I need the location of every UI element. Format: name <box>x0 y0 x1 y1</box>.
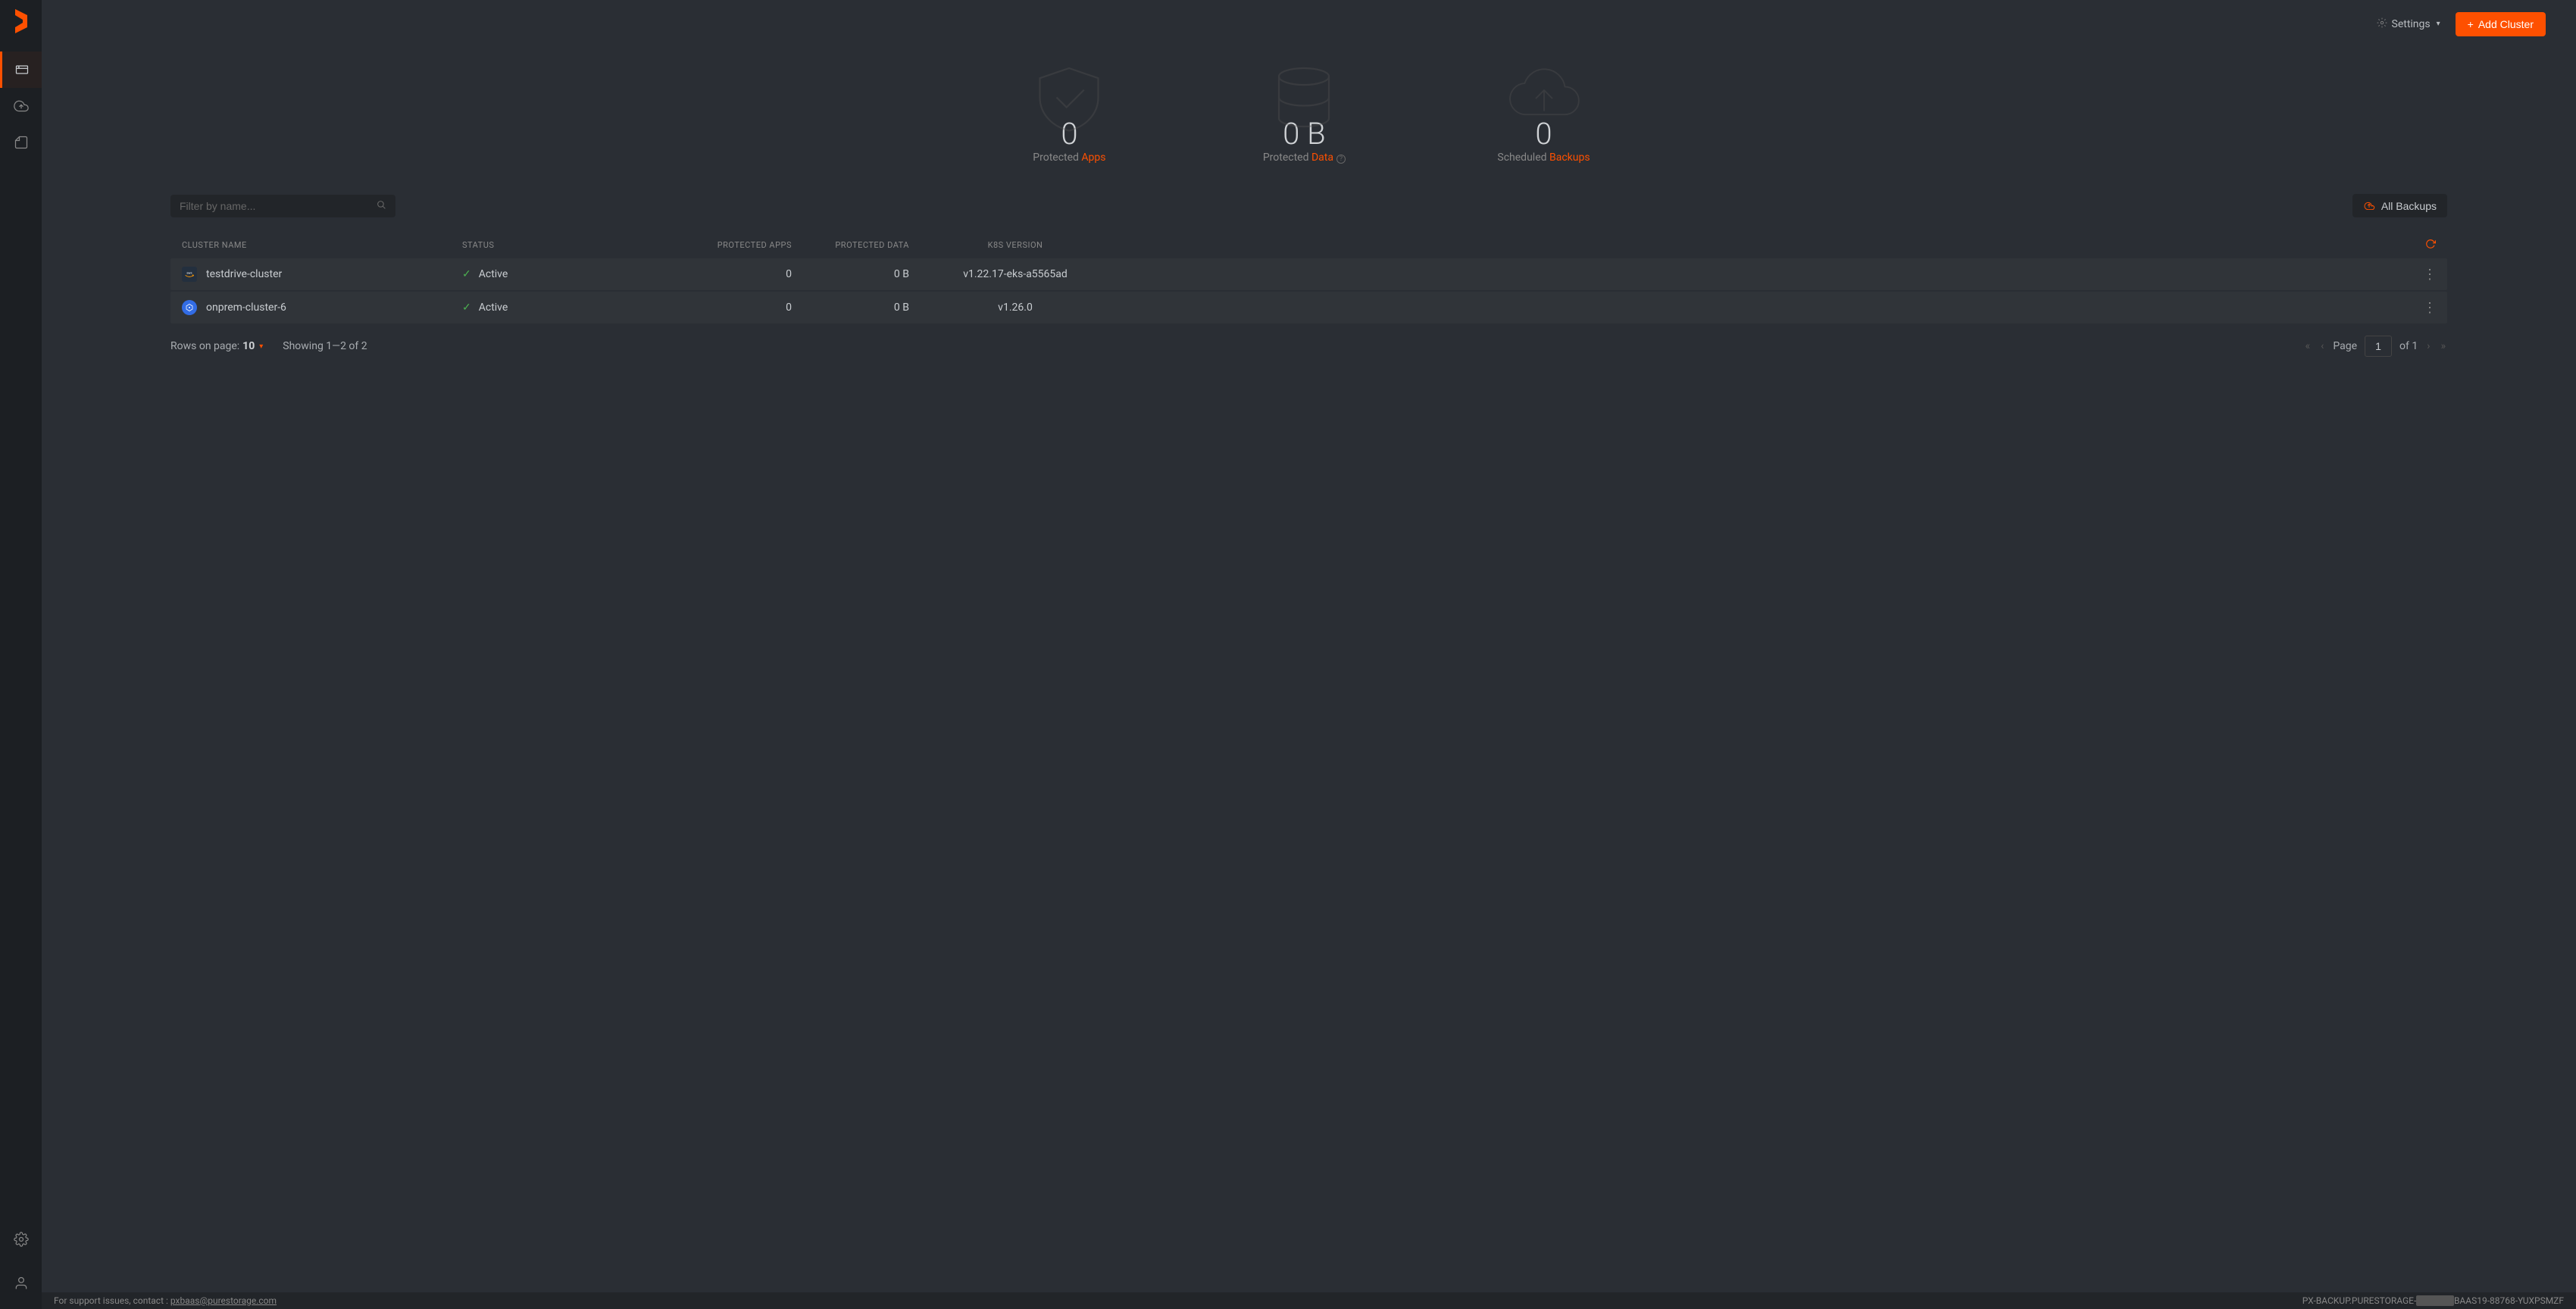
nav-backups[interactable] <box>0 88 42 124</box>
page-next-button[interactable]: › <box>2425 340 2431 352</box>
page-last-button[interactable]: » <box>2439 340 2447 352</box>
check-icon: ✓ <box>462 268 471 280</box>
status-text: Active <box>479 301 508 314</box>
nav-user[interactable] <box>0 1265 42 1301</box>
cloud-upload-icon <box>2363 199 2375 212</box>
chevron-down-icon: ▾ <box>259 342 263 351</box>
svg-text:aws: aws <box>186 270 192 274</box>
showing-text: Showing 1—2 of 2 <box>283 340 367 352</box>
rows-label: Rows on page: <box>170 340 239 352</box>
nav-clusters[interactable] <box>0 52 42 88</box>
table-row[interactable]: aws testdrive-cluster ✓ Active 0 0 B v1.… <box>170 258 2447 290</box>
stat-label: Scheduled Backups <box>1497 152 1590 164</box>
col-header-status[interactable]: STATUS <box>462 240 674 250</box>
aws-provider-icon: aws <box>182 267 197 282</box>
add-cluster-button[interactable]: + Add Cluster <box>2456 12 2546 36</box>
page-total: of 1 <box>2399 340 2418 352</box>
cluster-name: testdrive-cluster <box>206 268 282 280</box>
refresh-icon[interactable] <box>2425 239 2436 249</box>
plus-icon: + <box>2468 18 2474 30</box>
table-header-row: CLUSTER NAME STATUS PROTECTED APPS PROTE… <box>170 231 2447 258</box>
rows-per-page-select[interactable]: Rows on page: 10 ▾ <box>170 340 263 352</box>
cloud-upload-icon <box>1502 63 1586 131</box>
settings-label: Settings <box>2392 18 2431 30</box>
nav-applications[interactable] <box>0 124 42 161</box>
k8s-provider-icon <box>182 300 197 315</box>
add-cluster-label: Add Cluster <box>2478 18 2534 30</box>
col-header-name[interactable]: CLUSTER NAME <box>182 240 462 250</box>
footer-bar: For support issues, contact : pxbaas@pur… <box>42 1292 2576 1309</box>
more-icon[interactable]: ⋮ <box>2423 300 2436 316</box>
all-backups-button[interactable]: All Backups <box>2352 194 2447 217</box>
page-first-button[interactable]: « <box>2304 340 2312 352</box>
page-label: Page <box>2333 340 2357 352</box>
clusters-table: CLUSTER NAME STATUS PROTECTED APPS PROTE… <box>170 231 2447 323</box>
gear-icon <box>2377 17 2387 31</box>
cell-data: 0 B <box>792 301 909 314</box>
stat-scheduled-backups: 0 Scheduled Backups <box>1497 63 1590 164</box>
stat-protected-apps: 0 Protected Apps <box>1027 63 1111 164</box>
status-text: Active <box>479 268 508 280</box>
stat-protected-data: 0 B Protected Data? <box>1262 63 1346 164</box>
redacted-segment: XXXXX <box>2416 1295 2454 1306</box>
stat-label: Protected Data? <box>1263 152 1346 164</box>
host-identifier: PX-BACKUP.PURESTORAGE-XXXXXBAAS19-88768-… <box>2302 1295 2564 1306</box>
nav-settings[interactable] <box>0 1221 42 1257</box>
col-header-apps[interactable]: PROTECTED APPS <box>674 240 792 250</box>
table-row[interactable]: onprem-cluster-6 ✓ Active 0 0 B v1.26.0 … <box>170 292 2447 323</box>
support-email-link[interactable]: pxbaas@purestorage.com <box>170 1295 277 1306</box>
cluster-name: onprem-cluster-6 <box>206 301 286 314</box>
chevron-down-icon: ▾ <box>2437 20 2440 28</box>
settings-dropdown[interactable]: Settings ▾ <box>2377 17 2440 31</box>
cell-apps: 0 <box>674 301 792 314</box>
info-icon[interactable]: ? <box>1336 155 1346 164</box>
logo <box>12 6 30 36</box>
rows-value: 10 <box>242 340 255 352</box>
shield-check-icon <box>1027 63 1111 131</box>
check-icon: ✓ <box>462 301 471 314</box>
cell-apps: 0 <box>674 268 792 280</box>
search-icon <box>377 198 386 213</box>
stat-label: Protected Apps <box>1033 152 1105 164</box>
pagination-row: Rows on page: 10 ▾ Showing 1—2 of 2 « ‹ … <box>170 336 2447 357</box>
sidebar-nav <box>0 0 42 1309</box>
all-backups-label: All Backups <box>2381 200 2437 212</box>
col-header-version[interactable]: K8S VERSION <box>909 240 1121 250</box>
support-text: For support issues, contact : pxbaas@pur… <box>54 1295 277 1306</box>
cell-version: v1.22.17-eks-a5565ad <box>909 268 1121 280</box>
table-toolbar: All Backups <box>170 194 2447 217</box>
page-header: Settings ▾ + Add Cluster <box>42 0 2576 48</box>
filter-search-box[interactable] <box>170 195 395 217</box>
col-header-data[interactable]: PROTECTED DATA <box>792 240 909 250</box>
more-icon[interactable]: ⋮ <box>2423 267 2436 283</box>
page-prev-button[interactable]: ‹ <box>2319 340 2325 352</box>
page-input[interactable] <box>2365 336 2392 357</box>
cell-version: v1.26.0 <box>909 301 1121 314</box>
cell-data: 0 B <box>792 268 909 280</box>
stats-row: 0 Protected Apps 0 B Protected Data? 0 S… <box>42 48 2576 194</box>
filter-input[interactable] <box>180 200 377 212</box>
database-icon <box>1262 63 1346 131</box>
